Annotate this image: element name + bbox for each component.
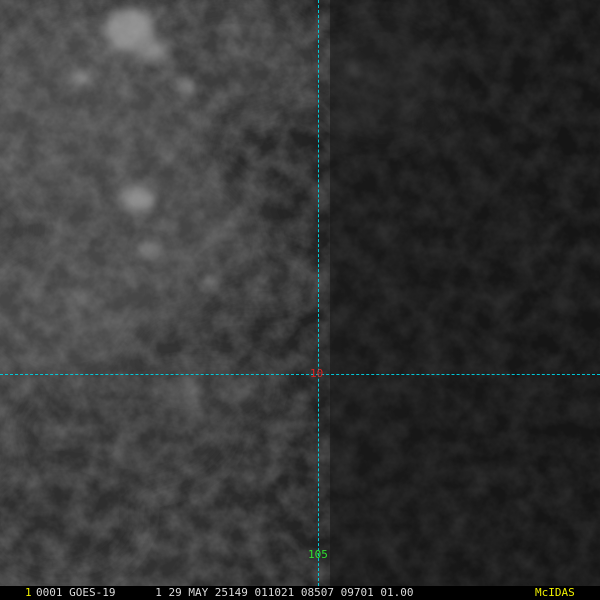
status-bar: 1 0001 GOES-19 1 29 MAY 25149 011021 085… xyxy=(0,586,600,600)
latitude-label: 10 xyxy=(310,367,324,380)
longitude-gridline xyxy=(318,0,319,586)
satellite-cloud-imagery xyxy=(0,0,600,600)
longitude-label: 105 xyxy=(308,548,328,561)
mcidas-brand: McIDAS xyxy=(535,586,575,599)
latitude-gridline xyxy=(0,374,600,375)
frame-number: 1 xyxy=(25,586,32,599)
satellite-image-viewport: 10 105 1 0001 GOES-19 1 29 MAY 25149 011… xyxy=(0,0,600,600)
image-metadata-text: 0001 GOES-19 1 29 MAY 25149 011021 08507… xyxy=(36,586,414,599)
